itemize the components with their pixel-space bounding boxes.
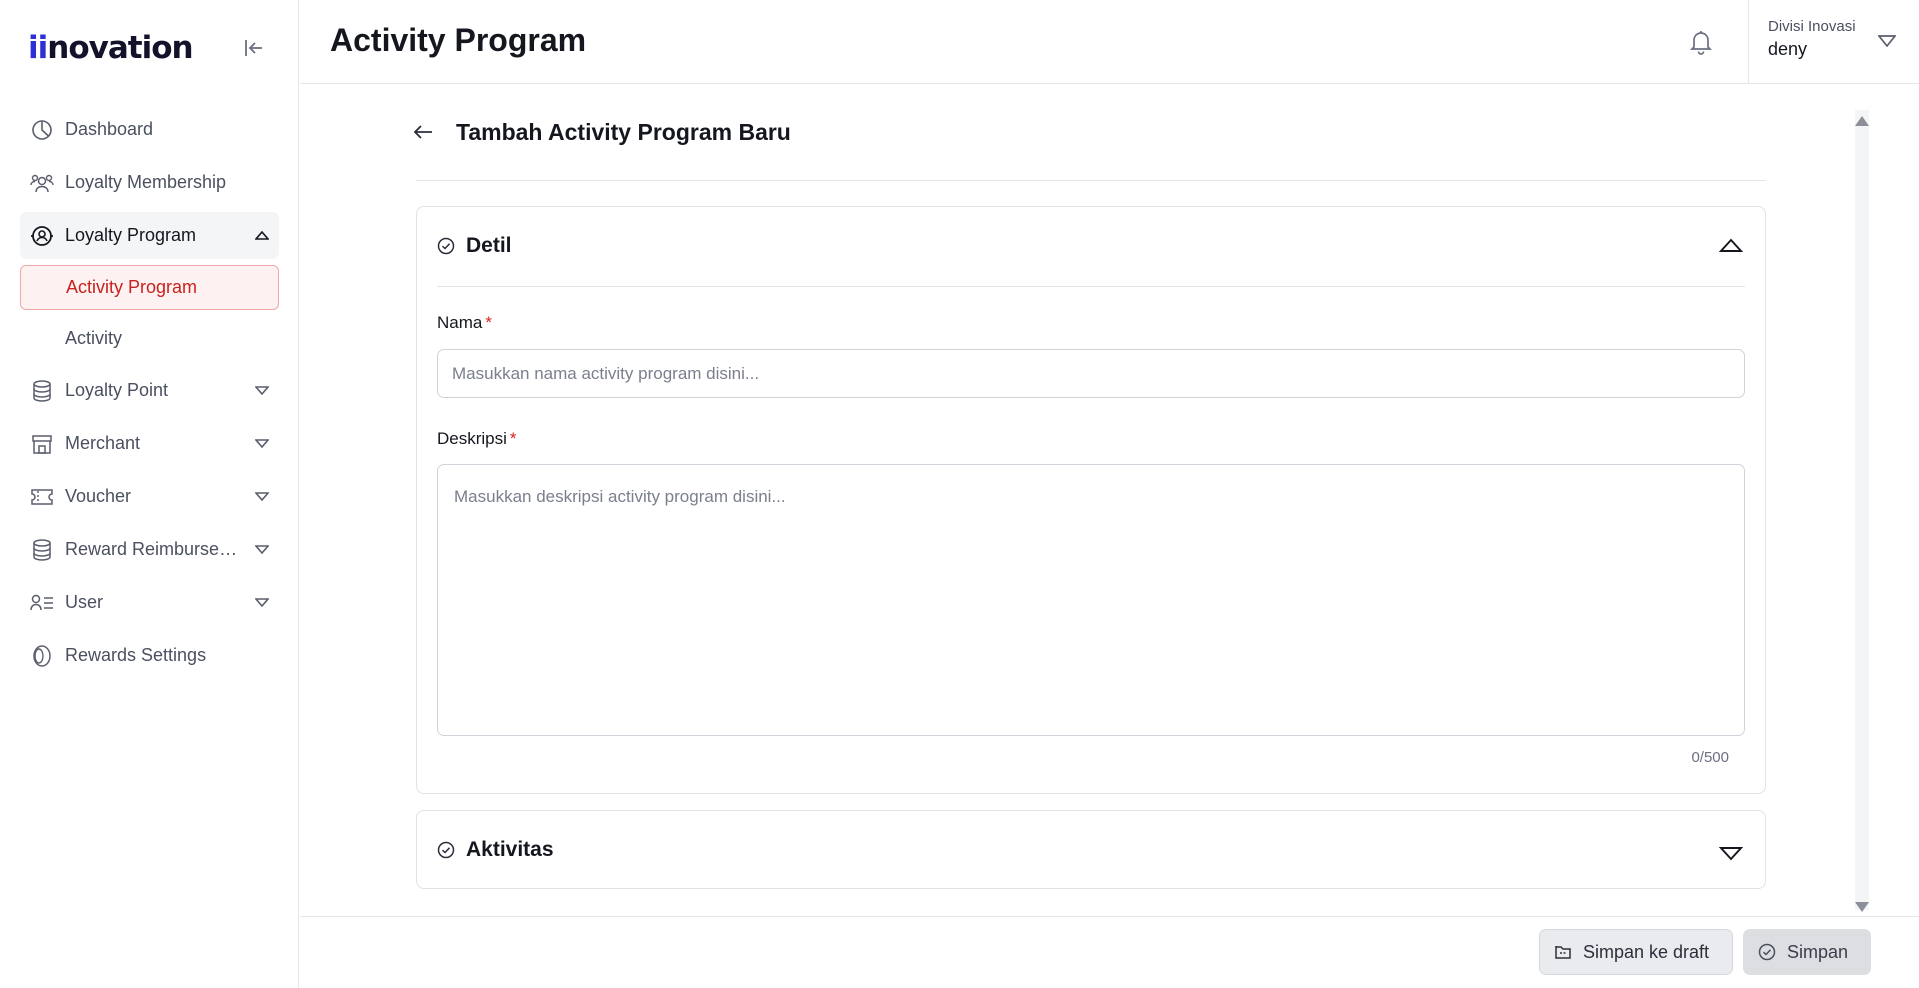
- required-mark: *: [509, 429, 517, 448]
- sidebar-nav: Dashboard Loyalty Membership Loyalty Pro…: [20, 106, 279, 685]
- ticket-icon: [30, 485, 54, 509]
- chevron-up-icon: [255, 231, 269, 241]
- form-footer: Simpan ke draft Simpan: [300, 916, 1919, 988]
- chevron-down-icon: [255, 386, 269, 396]
- user-name: deny: [1768, 39, 1808, 59]
- nama-input[interactable]: [437, 349, 1745, 398]
- sidebar-item-reward-reimbursement[interactable]: Reward Reimbursem...: [20, 526, 279, 573]
- store-icon: [30, 432, 54, 456]
- loyalty-program-icon: [30, 224, 54, 248]
- chevron-down-icon: [255, 598, 269, 608]
- section-detil-header[interactable]: Detil: [437, 207, 1745, 285]
- sidebar-subitem-activity[interactable]: Activity: [20, 316, 279, 361]
- sidebar-item-label: Loyalty Program: [65, 225, 197, 245]
- section-title: Aktivitas: [466, 838, 554, 861]
- main-content: Tambah Activity Program Baru Detil Nama *…: [300, 85, 1919, 915]
- sidebar-item-label: Loyalty Membership: [65, 172, 227, 192]
- top-header: Activity Program Divisi Inovasi deny: [300, 0, 1919, 84]
- collapse-sidebar-icon[interactable]: [242, 36, 266, 60]
- back-arrow-icon[interactable]: [412, 122, 436, 146]
- scrollbar[interactable]: [1855, 110, 1869, 910]
- draft-icon: [1554, 943, 1572, 961]
- check-circle-icon: [437, 237, 455, 255]
- sidebar-item-label: Dashboard: [65, 119, 154, 139]
- collapse-up-icon[interactable]: [1718, 238, 1744, 254]
- sidebar-item-loyalty-point[interactable]: Loyalty Point: [20, 367, 279, 414]
- chevron-down-icon: [255, 439, 269, 449]
- sidebar-item-loyalty-program[interactable]: Loyalty Program: [20, 212, 279, 259]
- app-logo[interactable]: iinovation: [28, 30, 194, 66]
- dashboard-icon: [30, 118, 54, 142]
- sidebar-item-user[interactable]: User: [20, 579, 279, 626]
- section-title: Detil: [466, 234, 512, 257]
- scroll-down-icon[interactable]: [1854, 900, 1870, 912]
- save-draft-label: Simpan ke draft: [1583, 941, 1710, 962]
- expand-down-icon[interactable]: [1718, 846, 1744, 862]
- section-aktivitas: Aktivitas: [416, 810, 1766, 889]
- check-circle-icon: [437, 841, 455, 859]
- chevron-down-icon: [255, 492, 269, 502]
- sidebar-subitem-activity-program[interactable]: Activity Program: [20, 265, 279, 310]
- coins-icon: [30, 538, 54, 562]
- sidebar-subitem-label: Activity Program: [66, 277, 198, 297]
- sidebar-item-label: Merchant: [65, 433, 141, 453]
- deskripsi-label: Deskripsi *: [437, 429, 517, 448]
- chevron-down-icon: [255, 545, 269, 555]
- sidebar-item-label: Rewards Settings: [65, 645, 207, 665]
- sidebar-item-label: Loyalty Point: [65, 380, 169, 400]
- page-title: Activity Program: [330, 22, 587, 58]
- chevron-down-icon[interactable]: [1877, 34, 1897, 48]
- section-detil: Detil Nama* Deskripsi* 0/500: [416, 206, 1766, 794]
- check-circle-icon: [1758, 943, 1776, 961]
- section-aktivitas-header[interactable]: Aktivitas: [437, 811, 1745, 889]
- divider: [416, 180, 1766, 181]
- gear-coin-icon: [30, 644, 54, 668]
- form-title: Tambah Activity Program Baru: [456, 119, 791, 145]
- sidebar-subitem-label: Activity: [65, 328, 123, 348]
- coins-icon: [30, 379, 54, 403]
- user-menu[interactable]: Divisi Inovasi deny: [1768, 18, 1856, 60]
- sidebar-item-dashboard[interactable]: Dashboard: [20, 106, 279, 153]
- save-draft-button[interactable]: Simpan ke draft: [1539, 929, 1733, 975]
- user-division: Divisi Inovasi: [1768, 18, 1856, 35]
- members-icon: [30, 171, 54, 195]
- notification-bell-icon[interactable]: [1687, 28, 1715, 56]
- required-mark: *: [485, 313, 492, 332]
- deskripsi-textarea[interactable]: [437, 464, 1745, 736]
- divider: [437, 286, 1745, 287]
- sidebar-item-rewards-settings[interactable]: Rewards Settings: [20, 632, 279, 679]
- header-divider: [1748, 0, 1749, 84]
- sidebar-item-loyalty-membership[interactable]: Loyalty Membership: [20, 159, 279, 206]
- sidebar-item-label: Voucher: [65, 486, 132, 506]
- sidebar-item-voucher[interactable]: Voucher: [20, 473, 279, 520]
- char-counter: 0/500: [1691, 749, 1729, 766]
- sidebar-item-label: User: [65, 592, 104, 612]
- sidebar-item-label: Reward Reimbursem...: [65, 539, 245, 559]
- sidebar: iinovation Dashboard Loyalty Membership …: [0, 0, 299, 988]
- user-list-icon: [30, 591, 54, 615]
- nama-label: Nama *: [437, 313, 492, 332]
- scroll-up-icon[interactable]: [1854, 114, 1870, 126]
- save-button[interactable]: Simpan: [1743, 929, 1871, 975]
- sidebar-item-merchant[interactable]: Merchant: [20, 420, 279, 467]
- save-label: Simpan: [1787, 941, 1849, 962]
